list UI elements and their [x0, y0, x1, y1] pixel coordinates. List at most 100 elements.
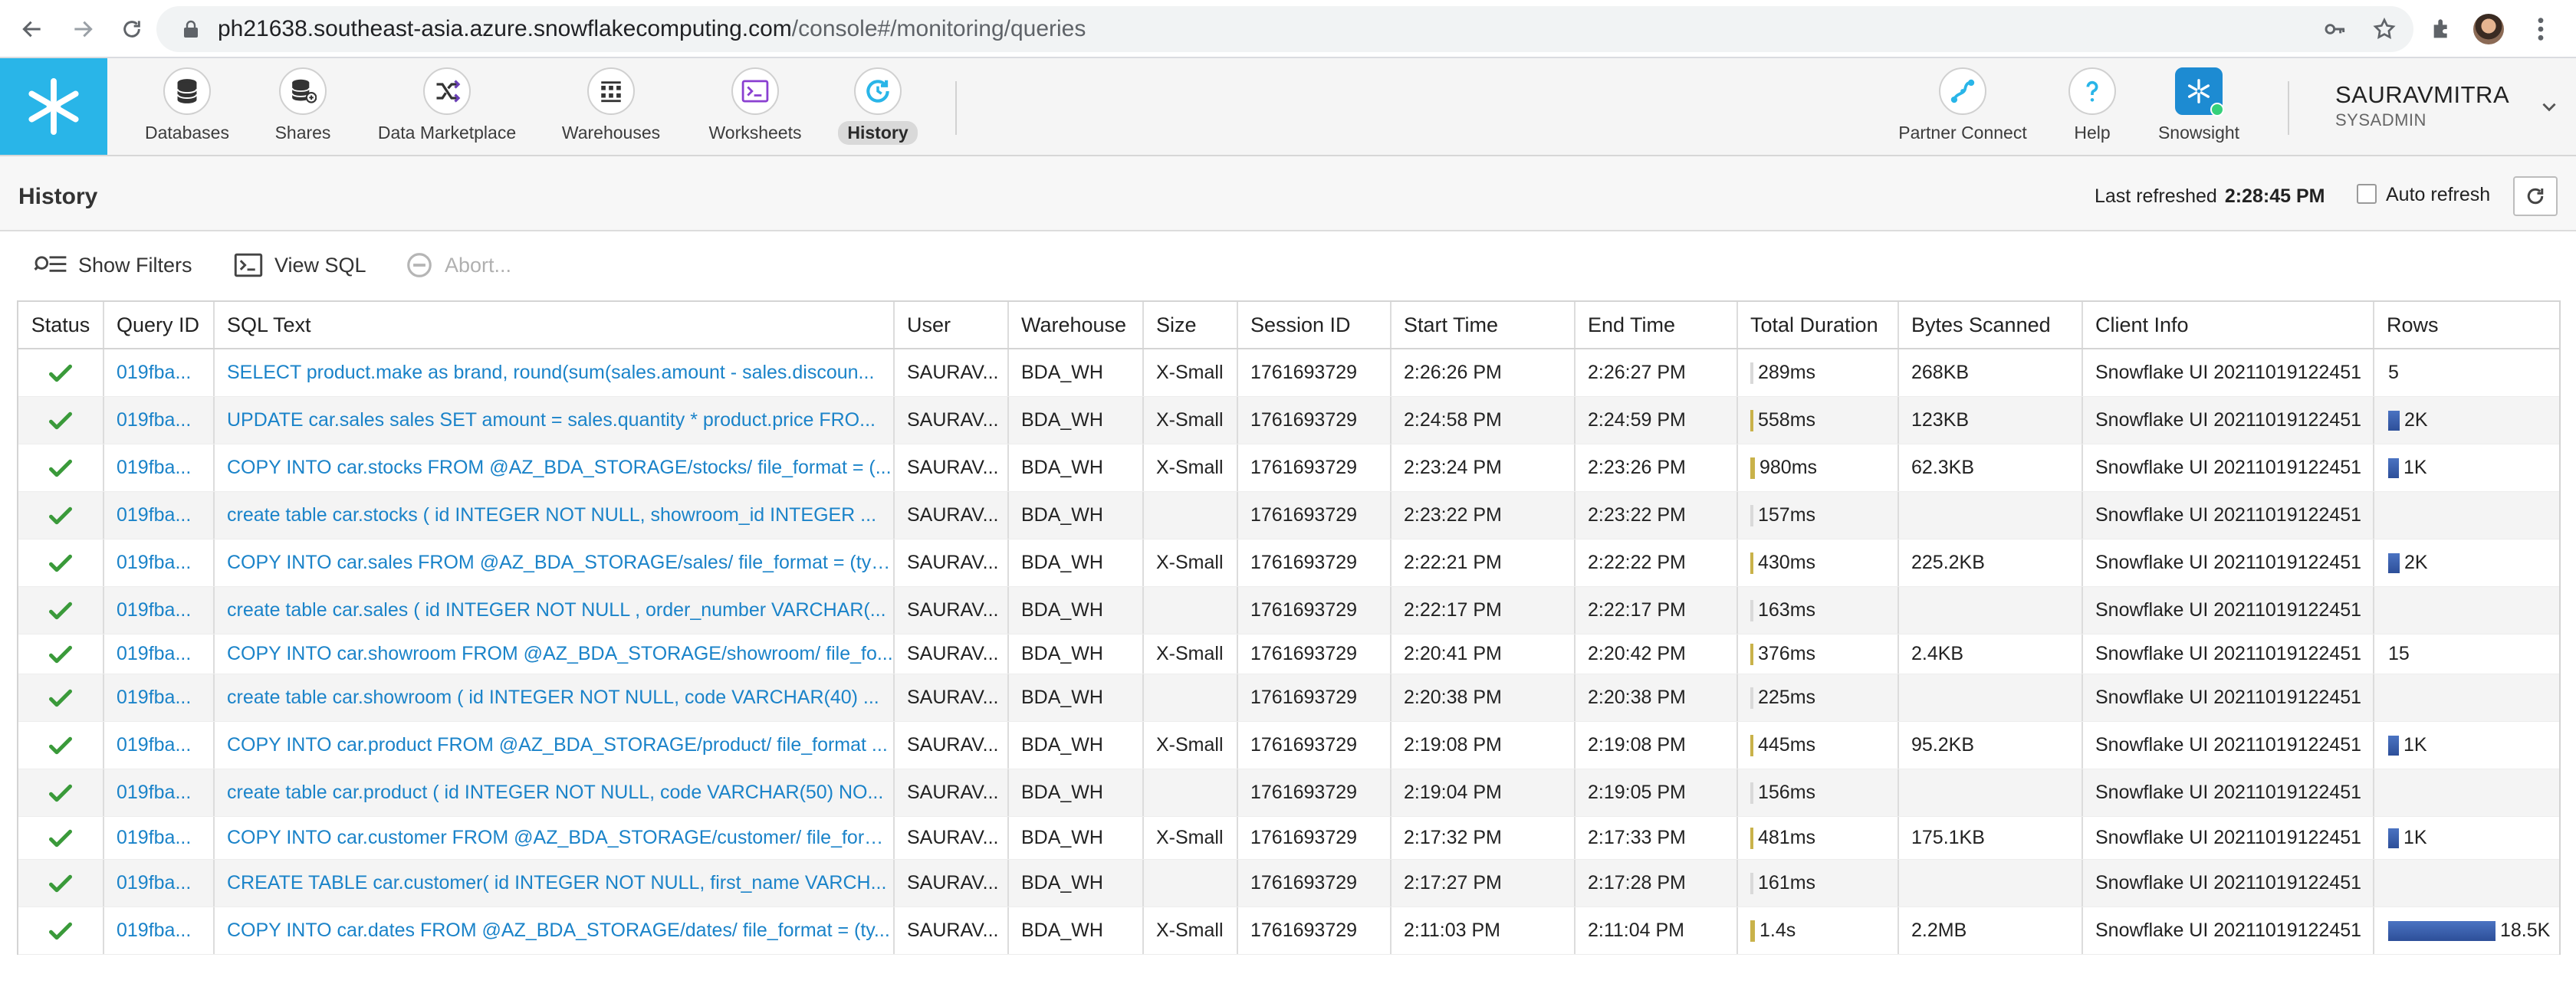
query-id-link[interactable]: 019fba...	[117, 552, 191, 574]
sql-text-link[interactable]: create table car.sales ( id INTEGER NOT …	[227, 599, 886, 621]
query-id-link[interactable]: 019fba...	[117, 599, 191, 621]
snowflake-logo[interactable]	[0, 58, 107, 155]
nav-warehouses[interactable]: Warehouses	[549, 58, 673, 155]
duration-cell[interactable]: 157ms	[1738, 492, 1899, 539]
table-row[interactable]: 019fba... create table car.sales ( id INT…	[18, 587, 2559, 634]
refresh-button[interactable]	[2513, 176, 2558, 216]
table-row[interactable]: 019fba... COPY INTO car.stocks FROM @AZ_B…	[18, 444, 2559, 492]
duration-cell[interactable]: 163ms	[1738, 587, 1899, 634]
nav-label: Help	[2074, 123, 2111, 143]
auto-refresh-checkbox[interactable]	[2357, 184, 2377, 204]
query-id-link[interactable]: 019fba...	[117, 782, 191, 804]
query-id-link[interactable]: 019fba...	[117, 362, 191, 384]
sql-text-link[interactable]: COPY INTO car.stocks FROM @AZ_BDA_STORAG…	[227, 457, 892, 479]
bytes-scanned-value: 2.4KB	[1911, 643, 1964, 664]
column-header-bytes-scanned[interactable]: Bytes Scanned	[1899, 302, 2083, 348]
column-header-status[interactable]: Status	[18, 302, 104, 348]
auto-refresh-label[interactable]: Auto refresh	[2386, 184, 2490, 206]
table-row[interactable]: 019fba... COPY INTO car.showroom FROM @AZ…	[18, 634, 2559, 674]
sql-text-link[interactable]: create table car.product ( id INTEGER NO…	[227, 782, 883, 804]
column-header-size[interactable]: Size	[1144, 302, 1238, 348]
extensions-icon[interactable]	[2427, 14, 2458, 44]
duration-cell[interactable]: 481ms	[1738, 817, 1899, 859]
sql-text-link[interactable]: COPY INTO car.customer FROM @AZ_BDA_STOR…	[227, 827, 893, 849]
address-bar[interactable]: ph21638.southeast-asia.azure.snowflakeco…	[156, 6, 2413, 52]
nav-shares[interactable]: Shares	[261, 58, 345, 155]
nav-worksheets[interactable]: Worksheets	[693, 58, 817, 155]
column-header-user[interactable]: User	[895, 302, 1009, 348]
sql-text-link[interactable]: create table car.stocks ( id INTEGER NOT…	[227, 504, 876, 526]
column-header-sql-text[interactable]: SQL Text	[215, 302, 895, 348]
query-id-link[interactable]: 019fba...	[117, 457, 191, 479]
nav-snowsight[interactable]: Snowsight	[2144, 58, 2254, 155]
user-name[interactable]: SAURAVMITRA	[2335, 81, 2509, 109]
duration-cell[interactable]: 430ms	[1738, 539, 1899, 586]
session-id-cell: 1761693729	[1238, 817, 1392, 859]
query-id-link[interactable]: 019fba...	[117, 872, 191, 894]
query-id-link[interactable]: 019fba...	[117, 734, 191, 756]
nav-history[interactable]: History	[836, 58, 920, 155]
browser-menu-icon[interactable]	[2525, 14, 2556, 44]
sql-text-link[interactable]: COPY INTO car.showroom FROM @AZ_BDA_STOR…	[227, 643, 893, 665]
forward-button[interactable]	[64, 11, 101, 48]
nav-help[interactable]: Help	[2059, 58, 2125, 155]
sql-text-link[interactable]: SELECT product.make as brand, round(sum(…	[227, 362, 874, 384]
nav-partner-connect[interactable]: Partner Connect	[1888, 58, 2038, 155]
duration-cell[interactable]: 1.4s	[1738, 907, 1899, 954]
duration-cell[interactable]: 225ms	[1738, 674, 1899, 721]
table-row[interactable]: 019fba... COPY INTO car.product FROM @AZ_…	[18, 722, 2559, 769]
query-id-link[interactable]: 019fba...	[117, 504, 191, 526]
star-icon[interactable]	[2372, 17, 2397, 41]
table-row[interactable]: 019fba... COPY INTO car.sales FROM @AZ_BD…	[18, 539, 2559, 587]
table-row[interactable]: 019fba... COPY INTO car.dates FROM @AZ_BD…	[18, 907, 2559, 955]
table-row[interactable]: 019fba... CREATE TABLE car.customer( id I…	[18, 860, 2559, 907]
query-id-link[interactable]: 019fba...	[117, 409, 191, 431]
view-sql-button[interactable]: View SQL	[233, 250, 366, 280]
nav-data-marketplace[interactable]: Data Marketplace	[362, 58, 532, 155]
marketplace-icon	[423, 67, 471, 115]
chevron-down-icon[interactable]	[2539, 97, 2559, 116]
table-row[interactable]: 019fba... create table car.product ( id I…	[18, 769, 2559, 817]
column-header-end-time[interactable]: End Time	[1576, 302, 1738, 348]
sql-text-link[interactable]: COPY INTO car.product FROM @AZ_BDA_STORA…	[227, 734, 888, 756]
duration-cell[interactable]: 289ms	[1738, 349, 1899, 396]
client-info-cell: Snowflake UI 20211019122451	[2083, 634, 2374, 674]
session-id-cell: 1761693729	[1238, 492, 1392, 539]
session-id-cell: 1761693729	[1250, 457, 1358, 478]
sql-text-link[interactable]: CREATE TABLE car.customer( id INTEGER NO…	[227, 872, 886, 894]
sql-text-link[interactable]: UPDATE car.sales sales SET amount = sale…	[227, 409, 876, 431]
query-id-link[interactable]: 019fba...	[117, 643, 191, 665]
key-icon[interactable]	[2323, 17, 2348, 41]
table-row[interactable]: 019fba... create table car.showroom ( id …	[18, 674, 2559, 722]
table-row[interactable]: 019fba... SELECT product.make as brand, r…	[18, 349, 2559, 397]
query-id-link[interactable]: 019fba...	[117, 687, 191, 709]
column-header-warehouse[interactable]: Warehouse	[1009, 302, 1144, 348]
column-header-rows[interactable]: Rows	[2374, 302, 2553, 348]
column-header-query-id[interactable]: Query ID	[104, 302, 215, 348]
query-id-link[interactable]: 019fba...	[117, 920, 191, 942]
sql-text-link[interactable]: COPY INTO car.dates FROM @AZ_BDA_STORAGE…	[227, 920, 890, 942]
column-header-session-id[interactable]: Session ID	[1238, 302, 1392, 348]
table-row[interactable]: 019fba... UPDATE car.sales sales SET amou…	[18, 397, 2559, 444]
duration-cell[interactable]: 558ms	[1738, 397, 1899, 444]
abort-button[interactable]: Abort...	[405, 250, 511, 280]
sql-text-link[interactable]: COPY INTO car.sales FROM @AZ_BDA_STORAGE…	[227, 552, 893, 574]
table-row[interactable]: 019fba... COPY INTO car.customer FROM @AZ…	[18, 817, 2559, 860]
table-row[interactable]: 019fba... create table car.stocks ( id IN…	[18, 492, 2559, 539]
duration-cell[interactable]: 161ms	[1738, 860, 1899, 907]
show-filters-button[interactable]: Show Filters	[34, 250, 192, 280]
back-button[interactable]	[14, 11, 51, 48]
user-role[interactable]: SYSADMIN	[2335, 110, 2426, 130]
column-header-start-time[interactable]: Start Time	[1392, 302, 1576, 348]
query-id-link[interactable]: 019fba...	[117, 827, 191, 849]
duration-cell[interactable]: 156ms	[1738, 769, 1899, 816]
duration-cell[interactable]: 980ms	[1738, 444, 1899, 491]
nav-databases[interactable]: Databases	[140, 58, 235, 155]
duration-cell[interactable]: 376ms	[1738, 634, 1899, 674]
sql-text-link[interactable]: create table car.showroom ( id INTEGER N…	[227, 687, 879, 709]
duration-cell[interactable]: 445ms	[1738, 722, 1899, 769]
column-header-total-duration[interactable]: Total Duration	[1738, 302, 1899, 348]
column-header-client-info[interactable]: Client Info	[2083, 302, 2374, 348]
reload-button[interactable]	[113, 11, 150, 48]
profile-avatar[interactable]	[2473, 14, 2504, 44]
